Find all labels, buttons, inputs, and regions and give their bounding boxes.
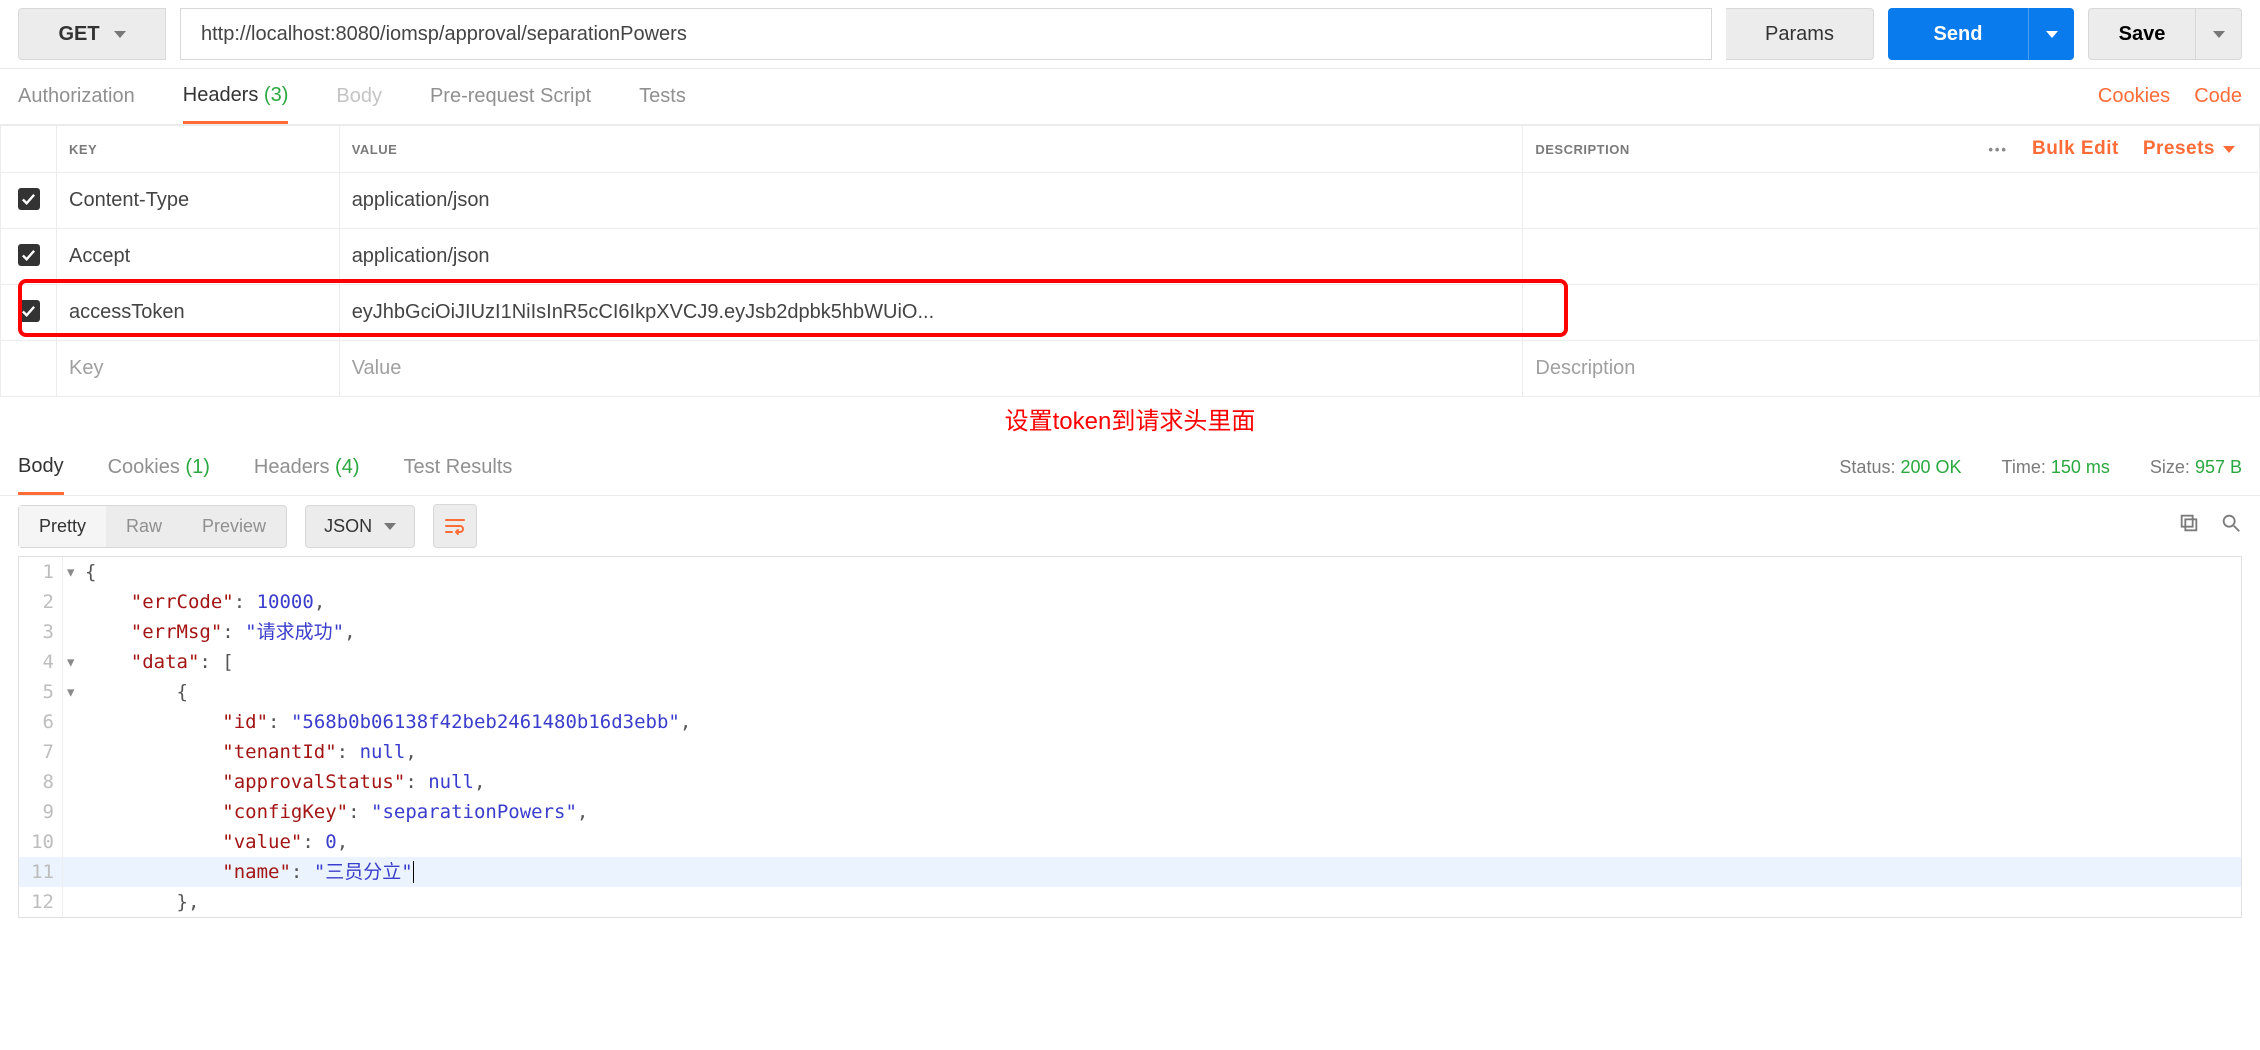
save-dropdown[interactable] (2196, 8, 2242, 60)
col-desc: DESCRIPTION ••• Bulk Edit Presets (1523, 126, 2260, 173)
wrap-icon (443, 514, 467, 538)
code-link[interactable]: Code (2194, 85, 2242, 108)
header-desc-cell[interactable] (1523, 285, 2260, 341)
headers-table: KEY VALUE DESCRIPTION ••• Bulk Edit Pres… (0, 125, 2260, 397)
tab-resp-body[interactable]: Body (18, 441, 64, 495)
search-icon[interactable] (2220, 512, 2242, 540)
header-value-cell[interactable]: eyJhbGciOiJIUzI1NiIsInR5cCI6IkpXVCJ9.eyJ… (339, 285, 1523, 341)
header-key-cell[interactable]: Accept (57, 229, 340, 285)
http-method-dropdown[interactable]: GET (18, 8, 166, 60)
header-value-cell[interactable]: application/json (339, 229, 1523, 285)
caret-down-icon (114, 31, 126, 38)
caret-down-icon (2046, 31, 2058, 38)
checkbox[interactable] (18, 300, 40, 322)
header-desc-cell[interactable] (1523, 229, 2260, 285)
col-key: KEY (57, 126, 340, 173)
send-button[interactable]: Send (1888, 8, 2028, 60)
response-body-viewer[interactable]: 1▾{ 2 "errCode": 10000, 3 "errMsg": "请求成… (18, 556, 2242, 918)
view-mode-segment: Pretty Raw Preview (18, 505, 287, 548)
tab-tests[interactable]: Tests (639, 71, 686, 122)
view-preview[interactable]: Preview (182, 506, 286, 547)
tab-prerequest[interactable]: Pre-request Script (430, 71, 591, 122)
header-desc-cell[interactable] (1523, 173, 2260, 229)
header-key-input[interactable]: Key (57, 341, 340, 397)
more-icon[interactable]: ••• (1988, 142, 2008, 157)
tab-authorization[interactable]: Authorization (18, 71, 135, 122)
header-value-cell[interactable]: application/json (339, 173, 1523, 229)
tab-headers[interactable]: Headers (3) (183, 70, 289, 124)
header-desc-input[interactable]: Description (1523, 341, 2260, 397)
caret-down-icon (2223, 146, 2235, 153)
col-value: VALUE (339, 126, 1523, 173)
method-label: GET (58, 23, 99, 46)
cookies-link[interactable]: Cookies (2098, 85, 2170, 108)
response-meta: Status: 200 OK Time: 150 ms Size: 957 B (1839, 457, 2242, 478)
send-dropdown[interactable] (2028, 8, 2074, 60)
tab-resp-headers[interactable]: Headers (4) (254, 442, 360, 493)
header-key-cell[interactable]: accessToken (57, 285, 340, 341)
params-button[interactable]: Params (1726, 8, 1874, 60)
header-value-input[interactable]: Value (339, 341, 1523, 397)
tab-resp-test-results[interactable]: Test Results (404, 442, 513, 493)
wrap-lines-button[interactable] (433, 504, 477, 548)
table-row: Accept application/json (1, 229, 2260, 285)
save-button[interactable]: Save (2088, 8, 2196, 60)
copy-icon[interactable] (2178, 512, 2200, 540)
table-row-new: Key Value Description (1, 341, 2260, 397)
header-key-cell[interactable]: Content-Type (57, 173, 340, 229)
tab-resp-cookies[interactable]: Cookies (1) (108, 442, 210, 493)
annotation-text: 设置token到请求头里面 (0, 397, 2260, 440)
format-dropdown[interactable]: JSON (305, 505, 415, 548)
view-pretty[interactable]: Pretty (19, 506, 106, 547)
url-input[interactable] (180, 8, 1712, 60)
bulk-edit-link[interactable]: Bulk Edit (2032, 138, 2119, 160)
presets-dropdown[interactable]: Presets (2143, 138, 2235, 160)
checkbox[interactable] (18, 244, 40, 266)
table-row: Content-Type application/json (1, 173, 2260, 229)
checkbox[interactable] (18, 188, 40, 210)
view-raw[interactable]: Raw (106, 506, 182, 547)
caret-down-icon (2213, 31, 2225, 38)
table-row: accessToken eyJhbGciOiJIUzI1NiIsInR5cCI6… (1, 285, 2260, 341)
tab-body[interactable]: Body (336, 71, 382, 122)
caret-down-icon (384, 523, 396, 530)
